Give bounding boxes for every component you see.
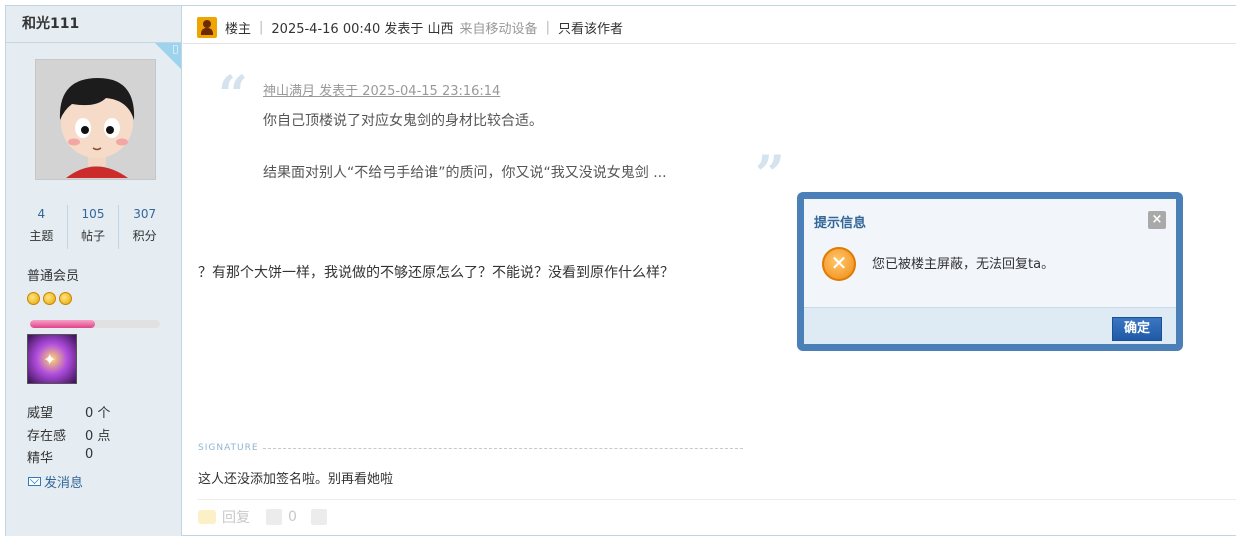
medal-icon: ✦	[43, 350, 57, 369]
reply-button[interactable]: 回复	[222, 507, 250, 527]
apple-icon: 	[173, 45, 178, 55]
dialog-content: 提示信息 × ✕ 您已被楼主屏蔽，无法回复ta。	[804, 199, 1176, 307]
author-only-link[interactable]: 只看该作者	[558, 18, 623, 37]
medal-badge[interactable]: ✦	[27, 334, 77, 384]
divider	[183, 43, 1236, 44]
credit-prestige-value: 0 个	[85, 406, 111, 421]
stat-threads-value[interactable]: 4	[16, 205, 67, 223]
like-count: 0	[288, 509, 297, 525]
credit-digest-value: 0	[85, 447, 94, 462]
credit-presence-value: 0 点	[85, 429, 111, 444]
avatar[interactable]	[35, 59, 156, 180]
author-stats: 4 主题 105 帖子 307 积分	[16, 205, 170, 249]
star-icon	[59, 292, 72, 305]
signature-text: 这人还没添加签名啦。别再看她啦	[198, 472, 394, 487]
post-body: ？有那个大饼一样，我说做的不够还原怎么了？不能说？没看到原作什么样？	[198, 265, 674, 281]
credit-presence-label: 存在感	[27, 429, 67, 444]
close-button[interactable]: ×	[1148, 211, 1166, 229]
level-progress-bar	[30, 320, 160, 328]
warning-x-icon: ✕	[822, 247, 856, 281]
post-date: 2025-4-16 00:40 发表于 山西	[271, 21, 454, 37]
separator: |	[545, 19, 550, 35]
stat-points-value[interactable]: 307	[119, 205, 170, 223]
send-message-label: 发消息	[44, 476, 84, 491]
dialog-body: 提示信息 × ✕ 您已被楼主屏蔽，无法回复ta。 确定	[804, 199, 1176, 344]
notice-dialog: 提示信息 × ✕ 您已被楼主屏蔽，无法回复ta。 确定	[797, 192, 1183, 351]
dialog-footer: 确定	[804, 307, 1176, 344]
thumbs-up-icon[interactable]	[266, 509, 282, 525]
credit-digest: 精华 0	[27, 447, 93, 466]
thread-owner-icon	[197, 16, 217, 38]
mail-icon	[28, 477, 41, 486]
credit-prestige-label: 威望	[27, 406, 54, 421]
credit-prestige: 威望 0 个	[27, 402, 110, 421]
author-username[interactable]: 和光111	[6, 6, 181, 43]
owner-role: 楼主	[225, 21, 252, 37]
reply-icon[interactable]	[198, 510, 216, 524]
close-quote-icon: ”	[755, 145, 785, 206]
star-icon	[43, 292, 56, 305]
post-actions: 回复 0	[198, 507, 327, 527]
stat-posts[interactable]: 105 帖子	[68, 205, 120, 249]
stat-posts-label: 帖子	[81, 229, 106, 243]
rank-stars	[27, 292, 72, 305]
dialog-title: 提示信息	[814, 216, 867, 231]
post-device: 来自移动设备	[459, 21, 538, 37]
credit-digest-label: 精华	[27, 451, 54, 466]
user-group[interactable]: 普通会员	[27, 265, 79, 284]
confirm-button[interactable]: 确定	[1112, 317, 1162, 341]
thumbs-down-icon[interactable]	[310, 509, 327, 525]
post-meta: 楼主 | 2025-4-16 00:40 发表于 山西 来自移动设备 | 只看该…	[197, 15, 623, 39]
dialog-message: 您已被楼主屏蔽，无法回复ta。	[872, 257, 1055, 272]
stat-points-label: 积分	[132, 229, 157, 243]
level-progress-fill	[30, 320, 95, 328]
quote-line-1: 你自己顶楼说了对应女鬼剑的身材比较合适。	[263, 113, 543, 129]
open-quote-icon: “	[218, 65, 248, 126]
divider	[198, 499, 1236, 500]
stat-threads-label: 主题	[29, 229, 54, 243]
signature-label: SIGNATURE	[198, 443, 259, 453]
author-sidebar: 和光111  4 主题	[6, 6, 182, 536]
stat-posts-value[interactable]: 105	[68, 205, 119, 223]
quote-line-2: 结果面对别人“不给弓手给谁”的质问，你又说“我又没说女鬼剑 ...	[263, 165, 667, 181]
send-message-link[interactable]: 发消息	[28, 472, 83, 491]
credit-presence: 存在感 0 点	[27, 425, 110, 444]
star-icon	[27, 292, 40, 305]
signature-divider	[263, 448, 743, 449]
stat-threads[interactable]: 4 主题	[16, 205, 68, 249]
separator: |	[259, 19, 264, 35]
stat-points[interactable]: 307 积分	[119, 205, 170, 249]
quote-header-link[interactable]: 神山满月 发表于 2025-04-15 23:16:14	[263, 80, 500, 99]
